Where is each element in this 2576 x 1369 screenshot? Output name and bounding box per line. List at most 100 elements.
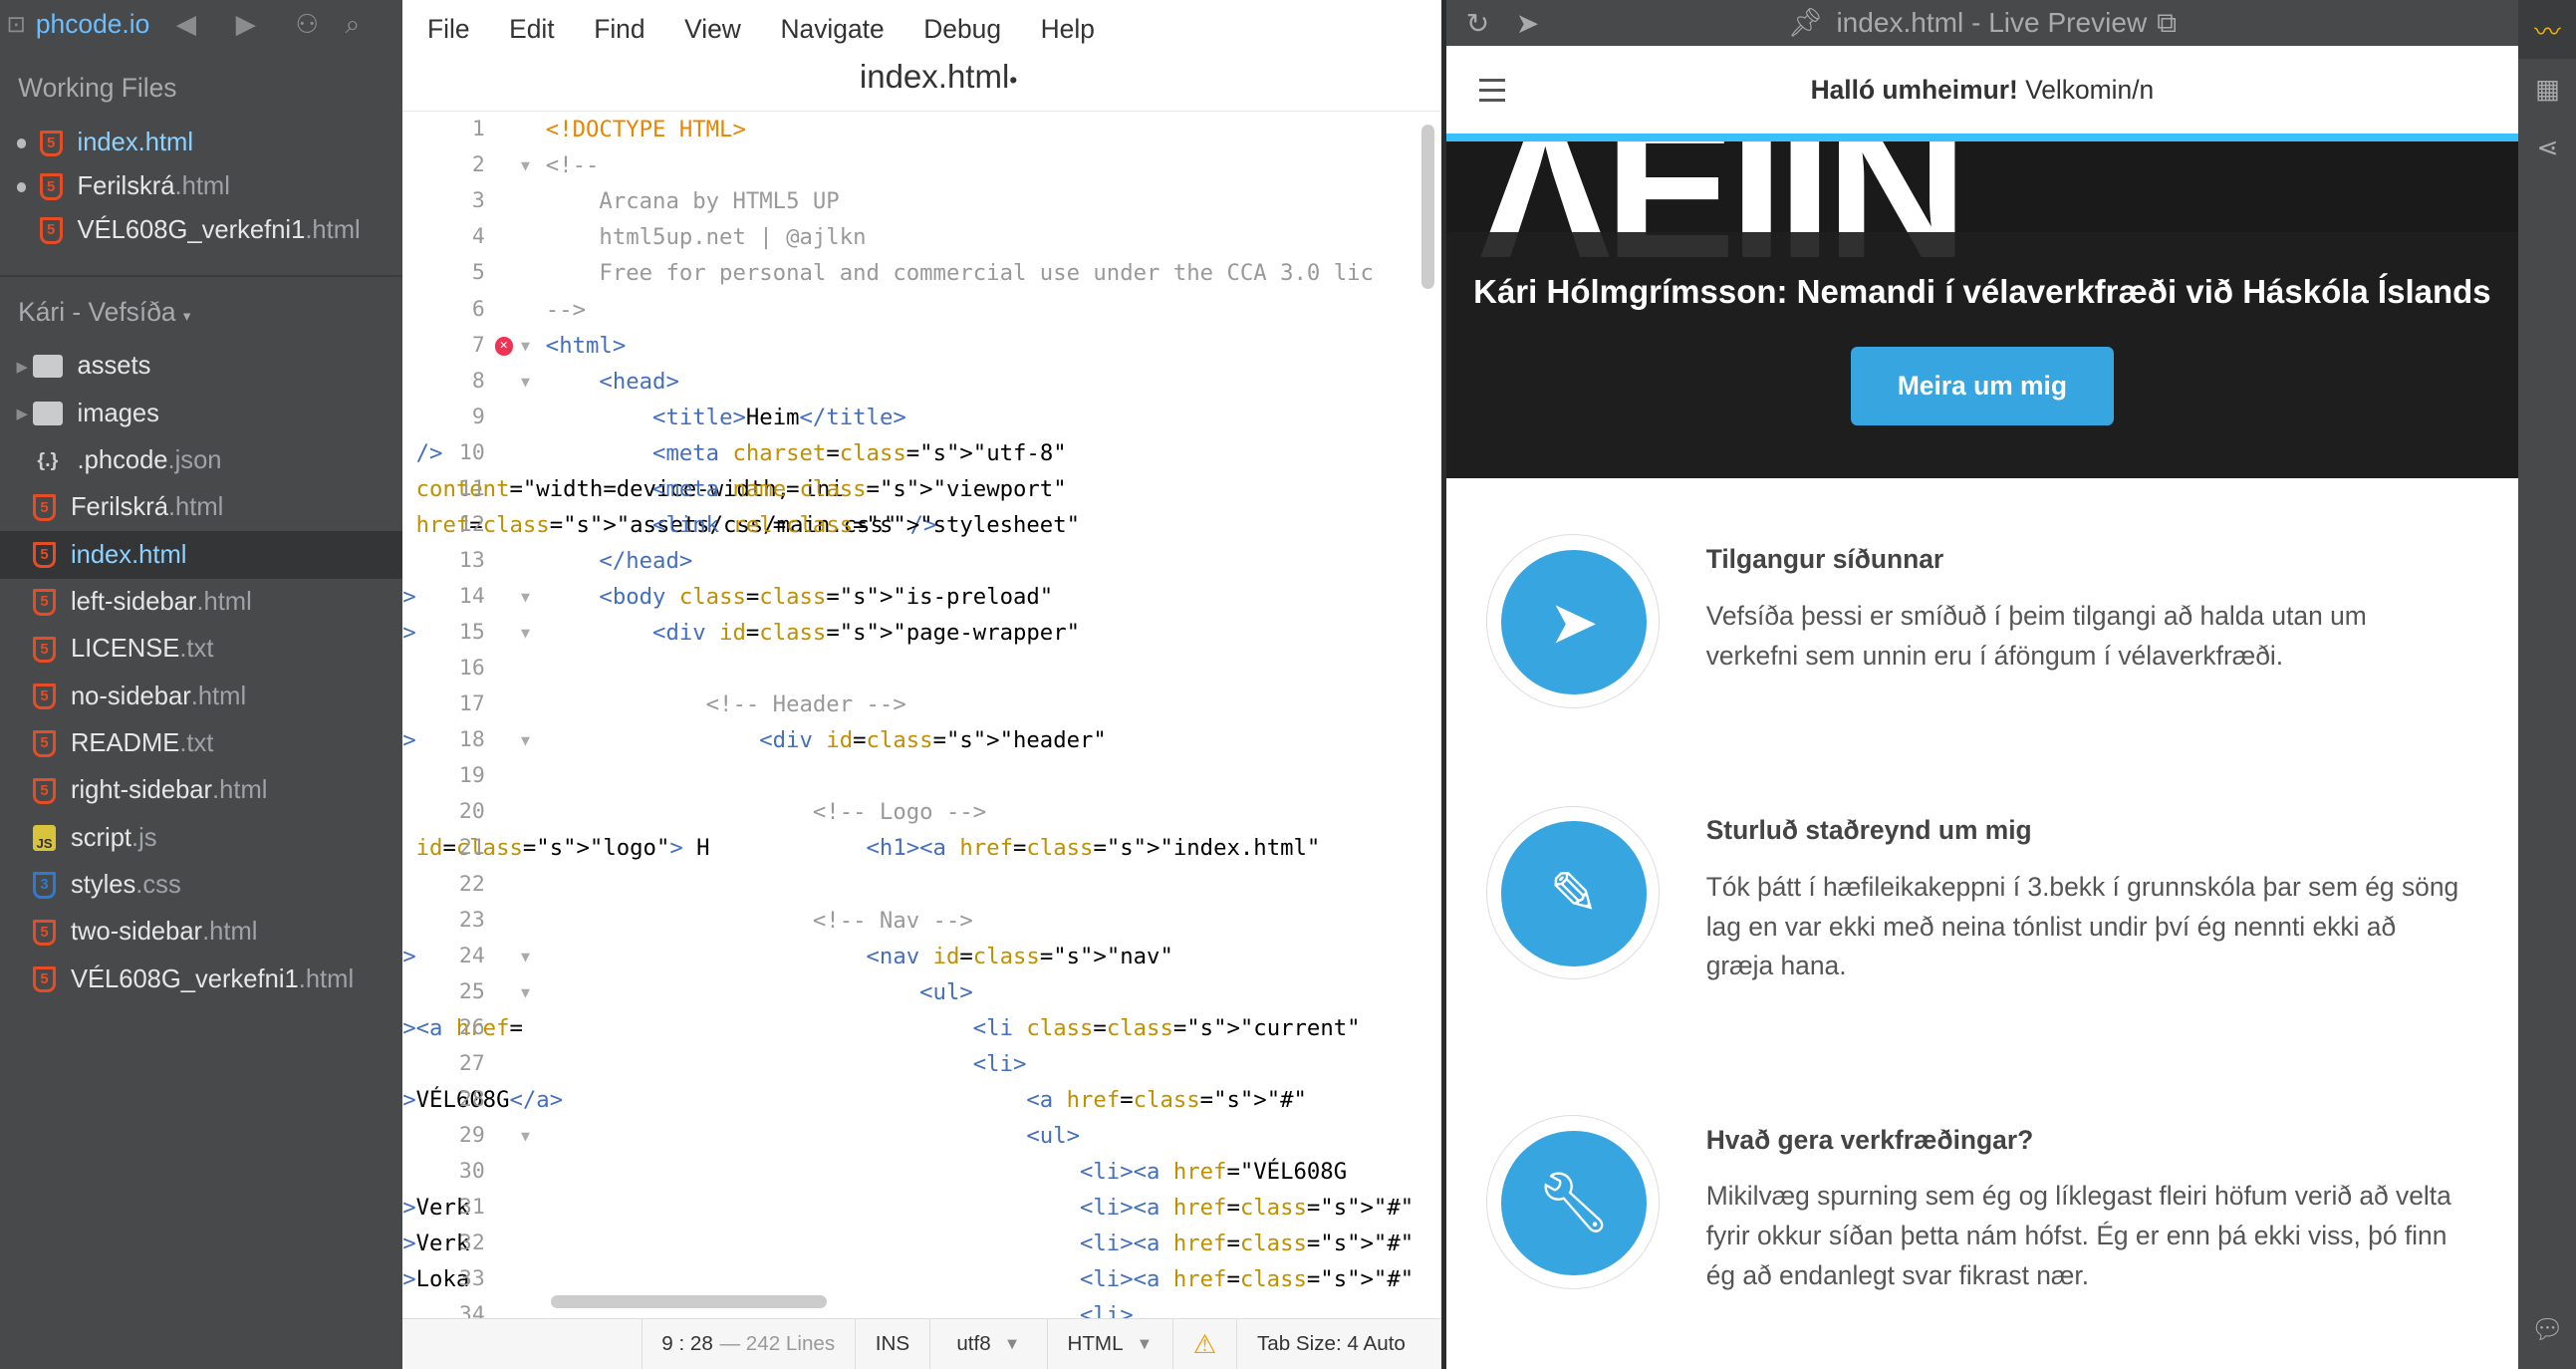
line-number[interactable]: 9 bbox=[402, 400, 485, 435]
line-number[interactable]: 7 bbox=[402, 328, 485, 364]
horizontal-scrollbar[interactable] bbox=[550, 1295, 827, 1309]
tree-file[interactable]: 5 VÉL608G_verkefni1 .html bbox=[0, 956, 402, 1002]
tree-folder[interactable]: ▶ images bbox=[0, 390, 402, 436]
forward-icon[interactable]: ▶ bbox=[236, 9, 256, 40]
tree-file[interactable]: 5 left-sidebar .html bbox=[0, 579, 402, 626]
tree-file[interactable]: 5 LICENSE .txt bbox=[0, 626, 402, 673]
line-number[interactable]: 31 bbox=[402, 1190, 485, 1226]
fold-icon[interactable]: ▼ bbox=[521, 328, 530, 364]
fold-icon[interactable]: ▼ bbox=[521, 364, 530, 400]
code-line[interactable]: 22 bbox=[402, 867, 1441, 903]
line-number[interactable]: 1 bbox=[402, 112, 485, 147]
menu-navigate[interactable]: Navigate bbox=[780, 14, 884, 45]
code-line[interactable]: 5 Free for personal and commercial use u… bbox=[402, 255, 1441, 291]
line-number[interactable]: 15 bbox=[402, 615, 485, 651]
line-number[interactable]: 10 bbox=[402, 435, 485, 471]
fold-icon[interactable]: ▼ bbox=[521, 1118, 530, 1154]
code-line[interactable]: 30 <li><a href="VÉL608G bbox=[402, 1154, 1441, 1190]
line-number[interactable]: 27 bbox=[402, 1046, 485, 1082]
tree-folder[interactable]: ▶ assets bbox=[0, 343, 402, 390]
feedback-icon[interactable]: 💬︎ bbox=[2518, 1300, 2576, 1359]
line-number[interactable]: 5 bbox=[402, 255, 485, 291]
tree-file[interactable]: 5 index .html bbox=[0, 531, 403, 579]
code-line[interactable]: 33 <li><a href=class="s">"#" >Loka bbox=[402, 1261, 1441, 1297]
code-line[interactable]: 13 </head> bbox=[402, 543, 1441, 579]
menu-debug[interactable]: Debug bbox=[923, 14, 1001, 45]
tree-file[interactable]: 5 no-sidebar .html bbox=[0, 673, 402, 719]
fold-icon[interactable]: ▼ bbox=[521, 579, 530, 615]
code-line[interactable]: 24 ▼ <nav id=class="s">"nav" > bbox=[402, 939, 1441, 974]
line-number[interactable]: 12 bbox=[402, 507, 485, 543]
line-number[interactable]: 22 bbox=[402, 867, 485, 903]
code-line[interactable]: 19 bbox=[402, 758, 1441, 794]
fold-icon[interactable]: ▼ bbox=[521, 939, 530, 974]
tree-file[interactable]: 5 right-sidebar .html bbox=[0, 767, 402, 814]
code-line[interactable]: 6 --> bbox=[402, 292, 1441, 328]
line-number[interactable]: 18 bbox=[402, 722, 485, 758]
brand-link[interactable]: phcode.io bbox=[36, 9, 149, 40]
line-number[interactable]: 29 bbox=[402, 1118, 485, 1154]
line-number[interactable]: 32 bbox=[402, 1226, 485, 1261]
fold-icon[interactable]: ▼ bbox=[521, 615, 530, 651]
code-line[interactable]: 23 <!-- Nav --> bbox=[402, 903, 1441, 939]
line-number[interactable]: 14 bbox=[402, 579, 485, 615]
code-line[interactable]: 27 <li> bbox=[402, 1046, 1441, 1082]
code-line[interactable]: 21 <h1><a href=class="s">"index.html" id… bbox=[402, 830, 1441, 866]
working-file[interactable]: 5 VÉL608G_verkefni1 .html bbox=[0, 209, 402, 253]
lint-warning[interactable]: ⚠ bbox=[1171, 1318, 1236, 1369]
encoding-select[interactable]: utf8 ▼ bbox=[928, 1318, 1047, 1369]
live-preview-icon[interactable]: 〰 bbox=[2517, 0, 2576, 60]
code-line[interactable]: 31 <li><a href=class="s">"#" >Verk bbox=[402, 1190, 1441, 1226]
external-link-icon[interactable]: ⧉ bbox=[2157, 7, 2177, 38]
tree-file[interactable]: 5 two-sidebar .html bbox=[0, 909, 402, 956]
line-number[interactable]: 2 bbox=[402, 147, 485, 183]
line-number[interactable]: 28 bbox=[402, 1082, 485, 1118]
code-line[interactable]: 10 <meta charset=class="s">"utf-8" /> bbox=[402, 435, 1441, 471]
line-number[interactable]: 30 bbox=[402, 1154, 485, 1190]
code-line[interactable]: 12 <link rel=class="s">"stylesheet" href… bbox=[402, 507, 1441, 543]
tab-size[interactable]: Tab Size: 4 Auto bbox=[1236, 1318, 1425, 1369]
back-icon[interactable]: ◀ bbox=[176, 9, 196, 40]
code-line[interactable]: 7 ✕ ▼ <html> bbox=[402, 328, 1441, 364]
line-number[interactable]: 16 bbox=[402, 651, 485, 686]
tree-file[interactable]: 5 Ferilskrá .html bbox=[0, 484, 402, 531]
code-line[interactable]: 9 <title>Heim</title> bbox=[402, 400, 1441, 435]
pin-icon[interactable]: 📌︎ bbox=[1788, 7, 1824, 38]
code-line[interactable]: 4 html5up.net | @ajlkn bbox=[402, 219, 1441, 255]
code-line[interactable]: 17 <!-- Header --> bbox=[402, 686, 1441, 722]
menu-help[interactable]: Help bbox=[1041, 14, 1095, 45]
code-line[interactable]: 14 ▼ <body class=class="s">"is-preload" > bbox=[402, 579, 1441, 615]
expand-icon[interactable]: ▶ bbox=[17, 358, 34, 376]
line-number[interactable]: 20 bbox=[402, 794, 485, 830]
line-number[interactable]: 3 bbox=[402, 183, 485, 219]
menu-file[interactable]: File bbox=[427, 14, 470, 45]
code-line[interactable]: 1 <!DOCTYPE HTML> bbox=[402, 112, 1441, 147]
language-select[interactable]: HTML ▼ bbox=[1046, 1318, 1172, 1369]
error-icon[interactable]: ✕ bbox=[494, 337, 513, 356]
tree-file[interactable]: 3 styles .css bbox=[0, 862, 402, 909]
code-area[interactable]: 1 <!DOCTYPE HTML> 2 ▼ <!-- 3 Arcana by HTML5 … bbox=[402, 112, 1441, 1318]
code-line[interactable]: 11 <meta name=class="s">"viewport" conte… bbox=[402, 471, 1441, 507]
fold-icon[interactable]: ▼ bbox=[521, 147, 530, 183]
share-icon[interactable]: ⋖ bbox=[2518, 119, 2576, 177]
line-number[interactable]: 4 bbox=[402, 219, 485, 255]
fold-icon[interactable]: ▼ bbox=[521, 722, 530, 758]
line-number[interactable]: 26 bbox=[402, 1010, 485, 1046]
code-line[interactable]: 3 Arcana by HTML5 UP bbox=[402, 183, 1441, 219]
line-number[interactable]: 21 bbox=[402, 830, 485, 866]
binoculars-icon[interactable]: ⚇ bbox=[295, 9, 319, 40]
project-title[interactable]: Kári - Vefsíða ▾ bbox=[0, 277, 402, 343]
cursor-position[interactable]: 9 : 28— 242 Lines bbox=[641, 1318, 855, 1369]
expand-icon[interactable]: ▶ bbox=[17, 405, 34, 422]
menu-edit[interactable]: Edit bbox=[509, 14, 554, 45]
working-file[interactable]: 5 Ferilskrá .html bbox=[0, 165, 402, 209]
more-about-me-button[interactable]: Meira um mig bbox=[1850, 347, 2114, 426]
code-line[interactable]: 16 bbox=[402, 651, 1441, 686]
line-number[interactable]: 13 bbox=[402, 543, 485, 579]
code-line[interactable]: 28 <a href=class="s">"#" >VÉL608G</a> bbox=[402, 1082, 1441, 1118]
vertical-scrollbar[interactable] bbox=[1421, 125, 1435, 290]
extensions-icon[interactable]: ▦ bbox=[2518, 59, 2576, 118]
code-line[interactable]: 15 ▼ <div id=class="s">"page-wrapper" > bbox=[402, 615, 1441, 651]
line-number[interactable]: 23 bbox=[402, 903, 485, 939]
line-number[interactable]: 8 bbox=[402, 364, 485, 400]
